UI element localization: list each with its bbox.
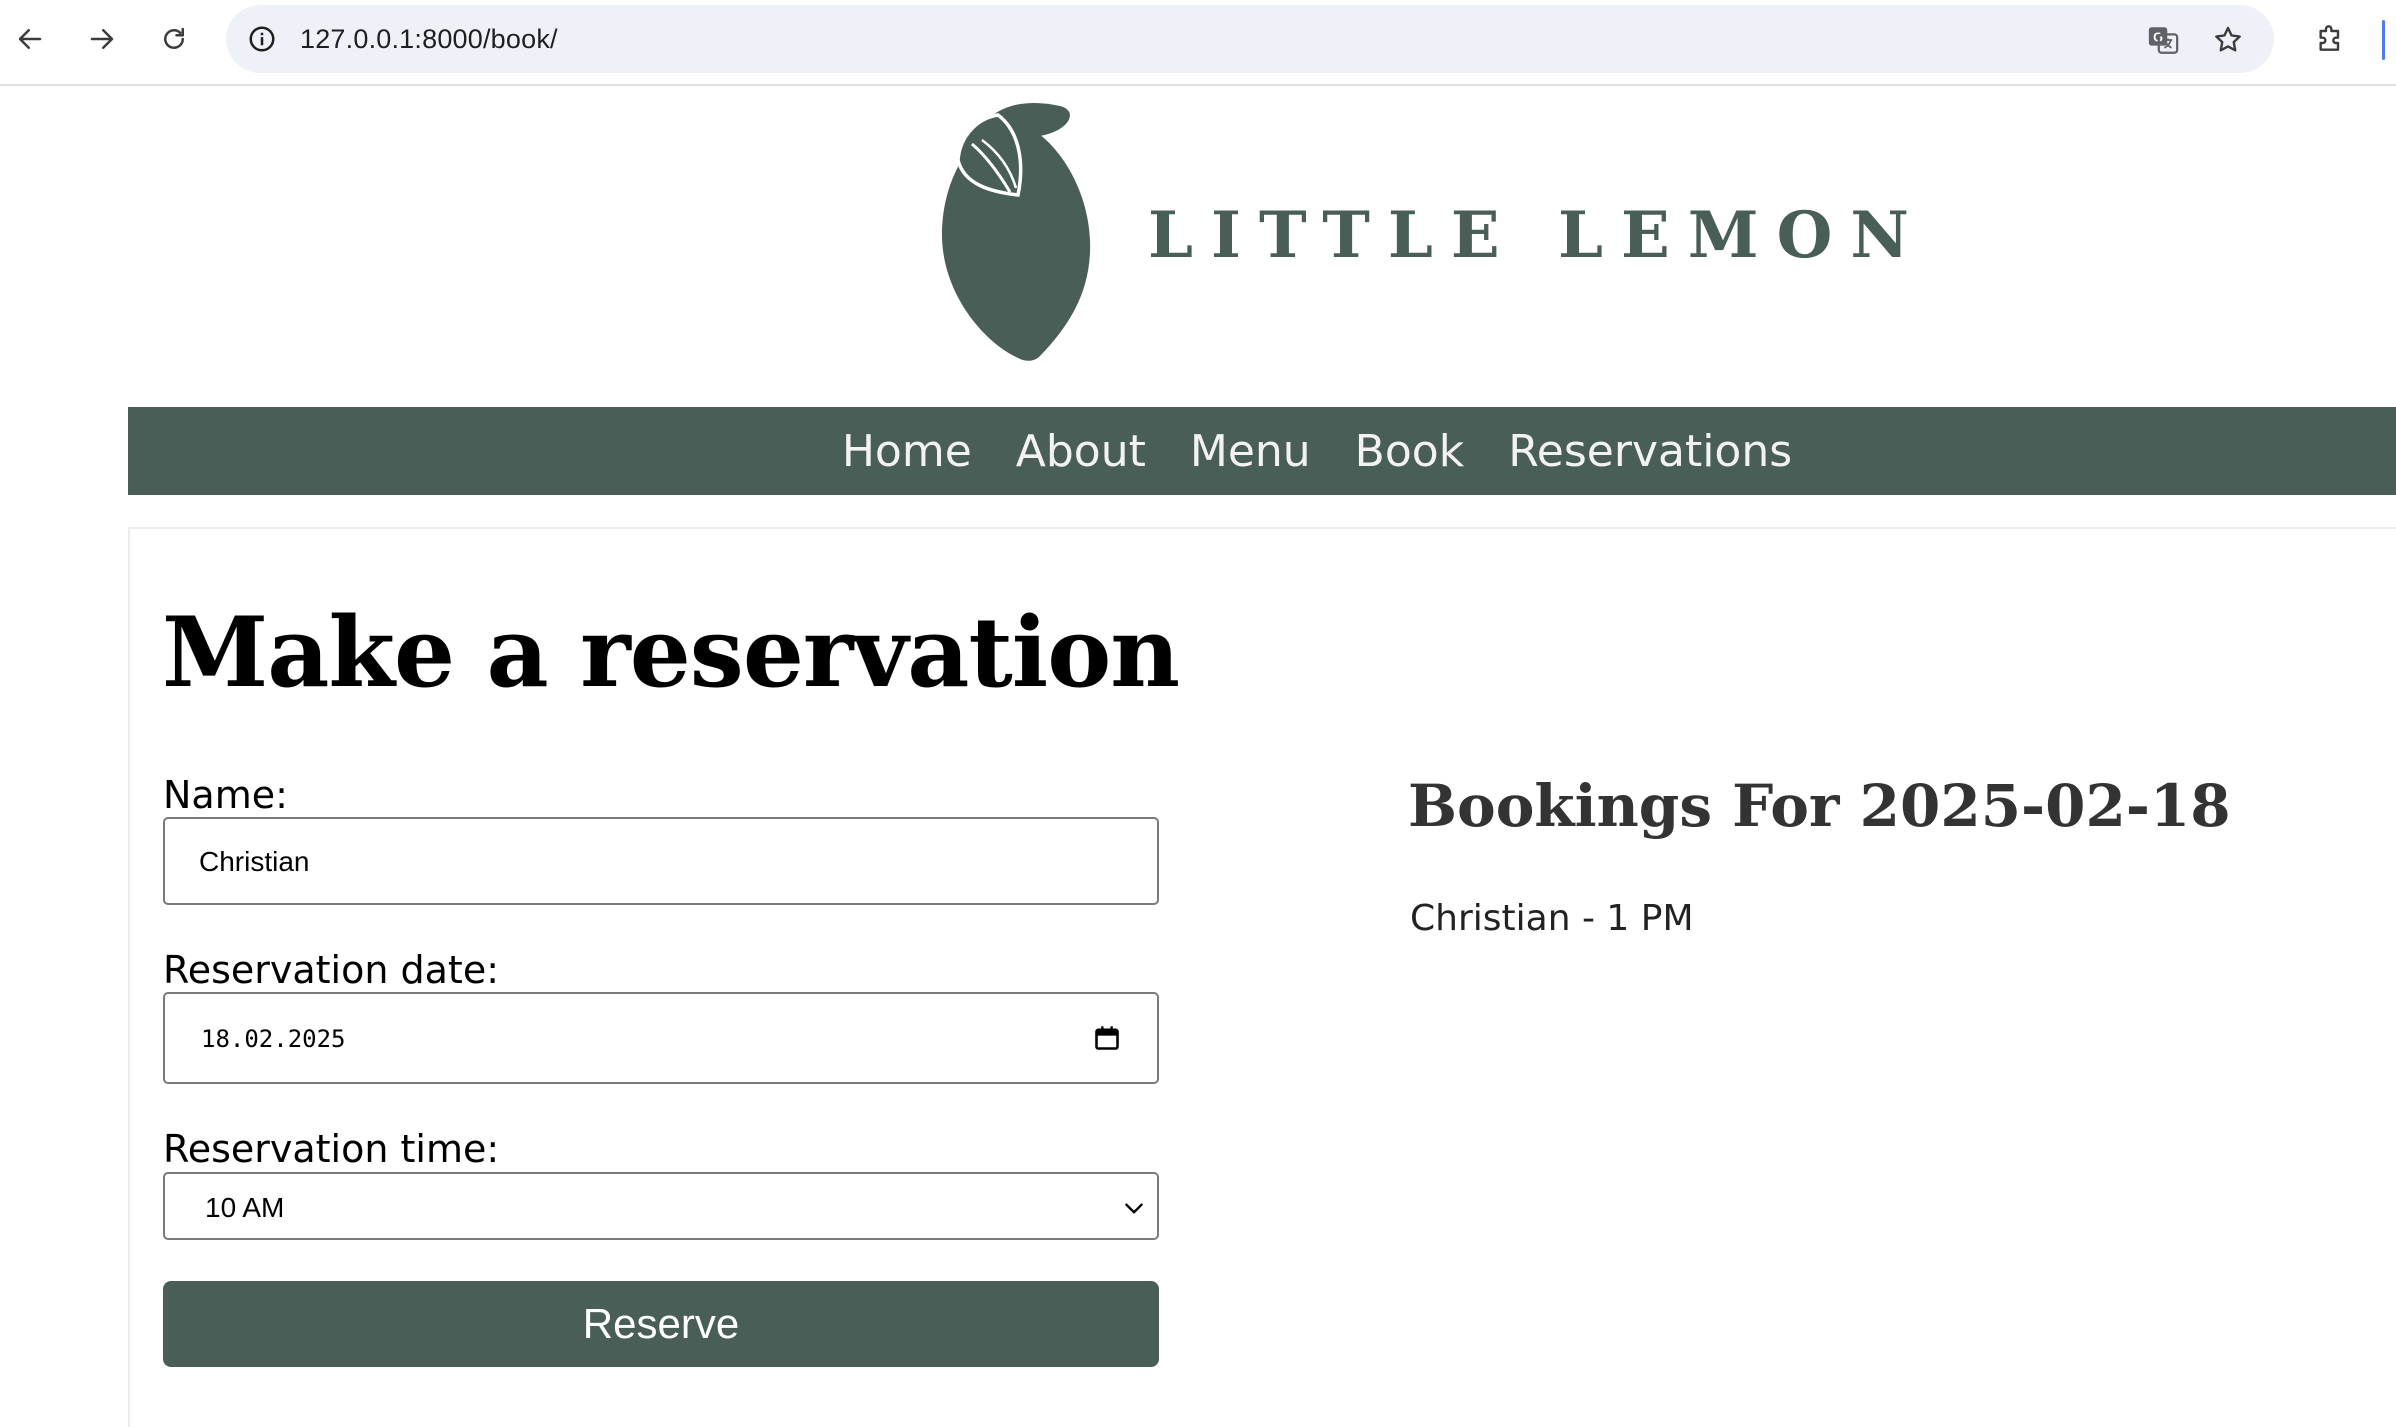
time-label: Reservation time: bbox=[163, 1127, 500, 1171]
date-input[interactable]: 18.02.2025 bbox=[163, 992, 1159, 1084]
main-navigation: Home About Menu Book Reservations bbox=[128, 407, 2396, 495]
name-label: Name: bbox=[163, 773, 288, 817]
extensions-button[interactable] bbox=[2308, 17, 2352, 61]
nav-reservations[interactable]: Reservations bbox=[1508, 426, 1792, 477]
time-select[interactable]: 10 AM bbox=[163, 1172, 1159, 1240]
url-text[interactable]: 127.0.0.1:8000/book/ bbox=[300, 24, 558, 55]
arrow-right-icon bbox=[90, 29, 114, 49]
nav-about[interactable]: About bbox=[1016, 426, 1146, 477]
time-select-value: 10 AM bbox=[205, 1192, 285, 1223]
site-logo[interactable]: LITTLE LEMON bbox=[930, 100, 1909, 365]
date-label: Reservation date: bbox=[163, 948, 500, 992]
back-button[interactable] bbox=[8, 17, 52, 61]
booking-list-item: Christian - 1 PM bbox=[1410, 898, 1694, 939]
nav-home[interactable]: Home bbox=[842, 426, 972, 477]
chevron-down-icon bbox=[1125, 1203, 1143, 1214]
reload-button[interactable] bbox=[152, 17, 196, 61]
nav-book[interactable]: Book bbox=[1355, 426, 1465, 477]
address-bar[interactable]: 127.0.0.1:8000/book/ G bbox=[226, 5, 2274, 73]
window-edge bbox=[2382, 20, 2385, 60]
bookings-heading: Bookings For 2025-02-18 bbox=[1408, 772, 2231, 840]
puzzle-icon bbox=[2319, 25, 2340, 51]
translate-icon[interactable]: G bbox=[2144, 21, 2182, 59]
arrow-left-icon bbox=[18, 29, 42, 49]
nav-menu[interactable]: Menu bbox=[1190, 426, 1311, 477]
name-input[interactable]: Christian bbox=[163, 817, 1159, 905]
forward-button[interactable] bbox=[80, 17, 124, 61]
name-input-value: Christian bbox=[199, 846, 310, 877]
logo-wordmark: LITTLE LEMON bbox=[1148, 198, 1927, 273]
bookmark-star-icon[interactable] bbox=[2209, 21, 2247, 59]
reserve-button[interactable]: Reserve bbox=[163, 1281, 1159, 1367]
lemon-icon bbox=[942, 102, 1091, 361]
reload-icon bbox=[164, 27, 184, 49]
browser-toolbar: 127.0.0.1:8000/book/ G bbox=[0, 0, 2396, 86]
site-info-icon[interactable] bbox=[244, 21, 280, 57]
date-input-value: 18.02.2025 bbox=[201, 1025, 346, 1053]
page-title: Make a reservation bbox=[162, 596, 1180, 709]
calendar-icon[interactable] bbox=[1093, 1024, 1121, 1052]
